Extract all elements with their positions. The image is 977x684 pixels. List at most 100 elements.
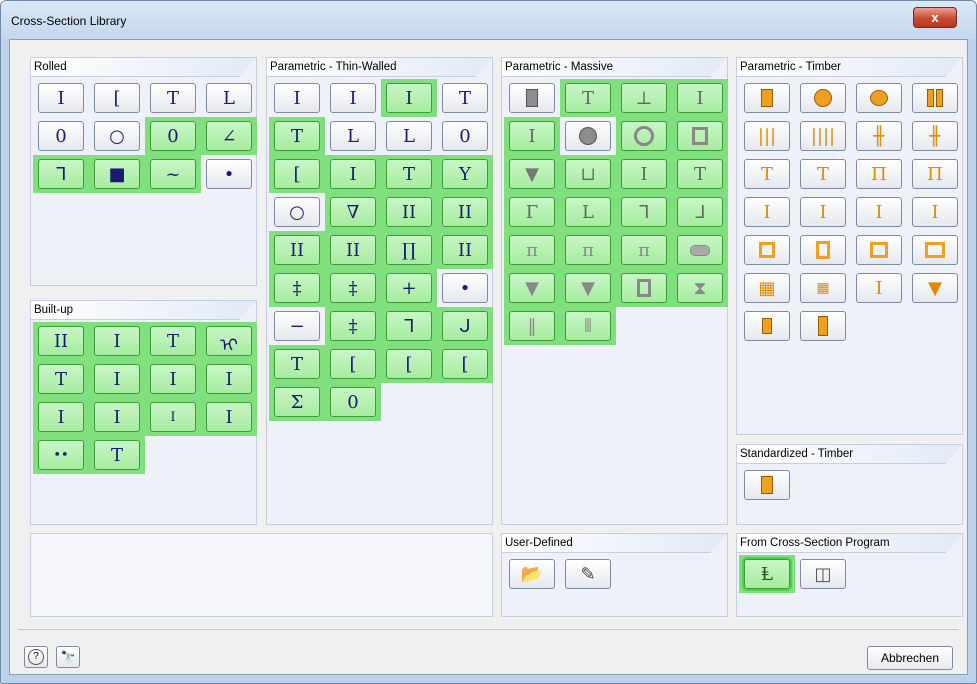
tw-double-web-button[interactable]: II	[386, 197, 432, 227]
rolled-rect-hollow-button[interactable]: 0	[38, 121, 84, 151]
timber-split-round-button[interactable]	[856, 83, 902, 113]
user-defined-edit-button[interactable]: ✎	[565, 559, 611, 589]
timber-rect-button[interactable]	[744, 83, 790, 113]
tw-c-lipped-button[interactable]: [	[330, 349, 376, 379]
built-up-asym-i-button[interactable]: I	[206, 364, 252, 394]
built-up-double-i-button[interactable]: II	[38, 326, 84, 356]
massive-v-tee-2-button[interactable]: ▼	[565, 273, 611, 303]
timber-tee-button[interactable]: T	[744, 159, 790, 189]
massive-z-step-button[interactable]: ᒣ	[621, 197, 667, 227]
rolled-z-section-button[interactable]: ᒣ	[38, 159, 84, 189]
massive-double-tee-button[interactable]: π	[509, 235, 555, 265]
tw-rect-hollow-button[interactable]: 0	[442, 121, 488, 151]
massive-u-button[interactable]: ⊔	[565, 159, 611, 189]
massive-l-top-button[interactable]: Γ	[509, 197, 555, 227]
tw-tee-lipped-button[interactable]: T	[386, 159, 432, 189]
rolled-unequal-angle-button[interactable]: ∠	[206, 121, 252, 151]
tw-sigma-button[interactable]: Σ	[274, 387, 320, 417]
massive-rectangle-button[interactable]	[509, 83, 555, 113]
tw-double-web-flange-button[interactable]: II	[442, 197, 488, 227]
built-up-double-bar-button[interactable]: ••	[38, 440, 84, 470]
tw-i-stiffened-button[interactable]: ‡	[330, 311, 376, 341]
massive-i-asym-button[interactable]: I	[509, 121, 555, 151]
built-up-i-box-button[interactable]: I	[206, 402, 252, 432]
massive-hourglass-button[interactable]: ⧗	[677, 273, 723, 303]
rolled-sheet-pile-button[interactable]: ~	[150, 159, 196, 189]
timber-pi-button[interactable]: Π	[856, 159, 902, 189]
tw-point-button[interactable]: •	[442, 273, 488, 303]
built-up-tee-button[interactable]: T	[150, 326, 196, 356]
shape-thin-button[interactable]: Ⱡ	[742, 557, 792, 591]
massive-circle-button[interactable]	[565, 121, 611, 151]
built-up-i-rail-button[interactable]: I	[38, 402, 84, 432]
massive-hollow-rect-button[interactable]	[677, 121, 723, 151]
timber-layered-button[interactable]	[744, 311, 790, 341]
timber-cross-plank-button[interactable]: ╫	[856, 121, 902, 151]
tw-z-lipped-button[interactable]: ᒍ	[442, 311, 488, 341]
timber-i-3-button[interactable]: I	[856, 197, 902, 227]
massive-z-step-2-button[interactable]: ᒧ	[677, 197, 723, 227]
timber-i-grid-button[interactable]: I	[856, 273, 902, 303]
tw-pi-button[interactable]: ∏	[386, 235, 432, 265]
timber-i-button[interactable]: I	[744, 197, 790, 227]
massive-trapezoid-button[interactable]: ▼	[509, 159, 555, 189]
built-up-double-tee-button[interactable]: T	[38, 364, 84, 394]
timber-round-button[interactable]	[800, 83, 846, 113]
rolled-channel-button[interactable]: [	[94, 83, 140, 113]
tw-c-lipped-2-button[interactable]: [	[386, 349, 432, 379]
tw-plate-stack-button[interactable]: ‡	[274, 273, 320, 303]
massive-t-taper-button[interactable]: T	[677, 159, 723, 189]
rolled-angle-button[interactable]: L	[206, 83, 252, 113]
timber-grid-button[interactable]: ▦	[744, 273, 790, 303]
massive-double-tee-2-button[interactable]: π	[565, 235, 611, 265]
timber-layered-2-button[interactable]	[800, 311, 846, 341]
tw-i-button[interactable]: I	[274, 83, 320, 113]
tw-tee-offset-button[interactable]: T	[274, 121, 320, 151]
tw-box-girder-button[interactable]: II	[274, 235, 320, 265]
cancel-button[interactable]: Abbrechen	[867, 646, 953, 670]
massive-oval-button[interactable]	[677, 235, 723, 265]
built-up-i-haunch-button[interactable]: I	[94, 402, 140, 432]
timber-box-button[interactable]	[744, 235, 790, 265]
rolled-round-hollow-button[interactable]: ○	[94, 121, 140, 151]
built-up-channel-i-button[interactable]: I	[94, 364, 140, 394]
timber-grid-2-button[interactable]: ▦	[800, 273, 846, 303]
massive-double-tee-3-button[interactable]: π	[621, 235, 667, 265]
shape-massive-button[interactable]: ◫	[800, 559, 846, 589]
built-up-i-plates-button[interactable]: I	[94, 326, 140, 356]
rolled-tee-button[interactable]: T	[150, 83, 196, 113]
tw-angle-thick-button[interactable]: L	[386, 121, 432, 151]
massive-double-wall-button[interactable]: ‖	[509, 311, 555, 341]
massive-triple-wall-button[interactable]: ⦀	[565, 311, 611, 341]
massive-inv-tee-button[interactable]: ⊥	[621, 83, 667, 113]
massive-box-button[interactable]	[621, 273, 667, 303]
timber-box-4-button[interactable]	[912, 235, 958, 265]
timber-box-3-button[interactable]	[856, 235, 902, 265]
timber-tee-2-button[interactable]: T	[800, 159, 846, 189]
built-up-tee-long-button[interactable]: T	[94, 440, 140, 470]
timber-triple-rect-button[interactable]: |||	[744, 121, 790, 151]
tw-box-girder-lipped-button[interactable]: II	[330, 235, 376, 265]
timber-trapezoid-button[interactable]: ▼	[912, 273, 958, 303]
timber-quad-rect-button[interactable]: ||||	[800, 121, 846, 151]
tw-flat-bar-button[interactable]: −	[274, 311, 320, 341]
built-up-crane-i-button[interactable]: I	[150, 364, 196, 394]
built-up-double-angle-button[interactable]: ᡳ	[206, 326, 252, 356]
timber-double-rect-button[interactable]	[912, 83, 958, 113]
rolled-round-bar-button[interactable]: •	[206, 159, 252, 189]
tw-oval-button[interactable]: 0	[330, 387, 376, 417]
built-up-small-i-button[interactable]: I	[150, 402, 196, 432]
rolled-oval-hollow-button[interactable]: 0	[150, 121, 196, 151]
std-timber-rect-button[interactable]	[744, 470, 790, 500]
massive-v-tee-button[interactable]: ▼	[509, 273, 555, 303]
close-button[interactable]: x	[913, 7, 957, 28]
tw-pi-flange-button[interactable]: II	[442, 235, 488, 265]
tw-i-lipped-button[interactable]: I	[330, 159, 376, 189]
massive-i-taper-button[interactable]: I	[621, 159, 667, 189]
find-button[interactable]: 🔭	[56, 646, 80, 668]
tw-channel-button[interactable]: [	[274, 159, 320, 189]
rolled-i-section-button[interactable]: I	[38, 83, 84, 113]
tw-plate-stack-2-button[interactable]: ‡	[330, 273, 376, 303]
user-defined-open-button[interactable]: 📂	[509, 559, 555, 589]
massive-i-button[interactable]: I	[677, 83, 723, 113]
